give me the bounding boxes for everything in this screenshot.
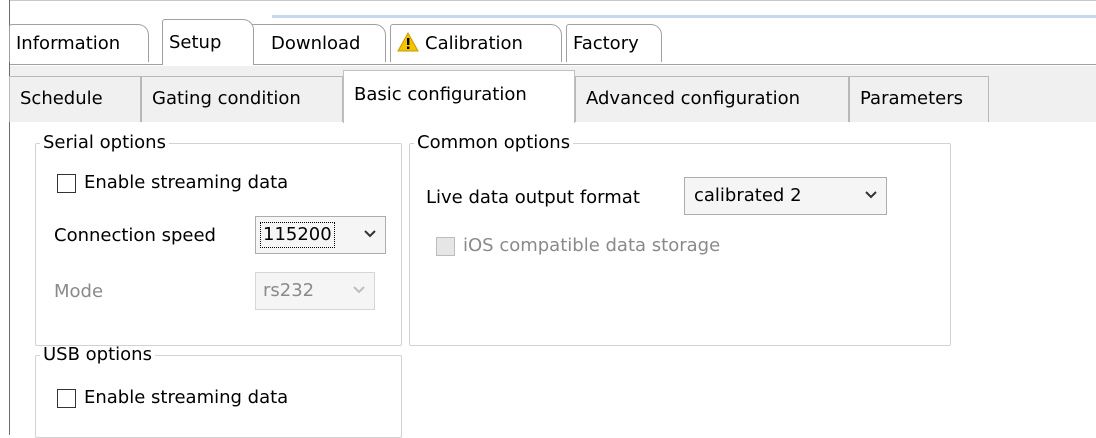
tab-schedule-label: Schedule: [20, 88, 103, 109]
tab-factory-label: Factory: [573, 33, 639, 54]
top-border: [10, 0, 1096, 1]
tab-calibration[interactable]: Calibration: [390, 24, 562, 62]
live-data-format-select[interactable]: calibrated 2: [684, 177, 887, 215]
tab-setup[interactable]: Setup: [162, 19, 254, 65]
mode-value: rs232: [263, 280, 315, 301]
tab-download[interactable]: Download: [250, 24, 386, 62]
serial-streaming-label: Enable streaming data: [84, 172, 289, 193]
tab-basic-configuration[interactable]: Basic configuration: [343, 70, 575, 123]
tab-information[interactable]: Information: [9, 24, 149, 62]
tab-calibration-label: Calibration: [425, 33, 523, 54]
main-tab-strip: Information Download Calibration Factory…: [9, 18, 1096, 65]
ios-storage-label: iOS compatible data storage: [463, 235, 721, 256]
warning-icon: [397, 32, 419, 52]
chevron-down-icon: [353, 286, 365, 294]
tab-advanced-configuration-label: Advanced configuration: [586, 88, 801, 109]
tab-parameters-label: Parameters: [860, 88, 964, 109]
chevron-down-icon: [364, 230, 376, 238]
serial-options-title: Serial options: [43, 132, 166, 153]
live-data-format-value: calibrated 2: [694, 185, 802, 206]
connection-speed-select[interactable]: 115200: [255, 216, 386, 254]
tab-parameters[interactable]: Parameters: [849, 76, 989, 122]
tab-gating-condition[interactable]: Gating condition: [141, 76, 343, 122]
tab-basic-configuration-label: Basic configuration: [354, 84, 527, 105]
mode-select[interactable]: rs232: [255, 272, 375, 310]
ios-storage-checkbox[interactable]: [436, 237, 455, 256]
live-data-format-label: Live data output format: [426, 187, 640, 208]
tab-information-label: Information: [16, 33, 121, 54]
chevron-down-icon: [865, 191, 877, 199]
usb-options-title: USB options: [43, 344, 152, 365]
tab-setup-label: Setup: [169, 32, 222, 53]
connection-speed-label: Connection speed: [54, 225, 216, 246]
setup-subtab-strip: Schedule Gating condition Advanced confi…: [9, 66, 1096, 123]
basic-configuration-panel: Serial options Enable streaming data Con…: [10, 122, 1096, 438]
usb-streaming-checkbox[interactable]: [57, 389, 76, 408]
mode-label: Mode: [54, 281, 104, 302]
common-options-title: Common options: [417, 132, 571, 153]
tab-factory[interactable]: Factory: [566, 24, 662, 62]
tab-download-label: Download: [271, 33, 361, 54]
usb-streaming-label: Enable streaming data: [84, 387, 289, 408]
tab-advanced-configuration[interactable]: Advanced configuration: [575, 76, 849, 122]
serial-streaming-checkbox[interactable]: [57, 174, 76, 193]
tab-schedule[interactable]: Schedule: [9, 76, 141, 122]
config-window: Information Download Calibration Factory…: [9, 0, 1096, 438]
tab-gating-condition-label: Gating condition: [152, 88, 301, 109]
connection-speed-value: 115200: [260, 222, 335, 248]
